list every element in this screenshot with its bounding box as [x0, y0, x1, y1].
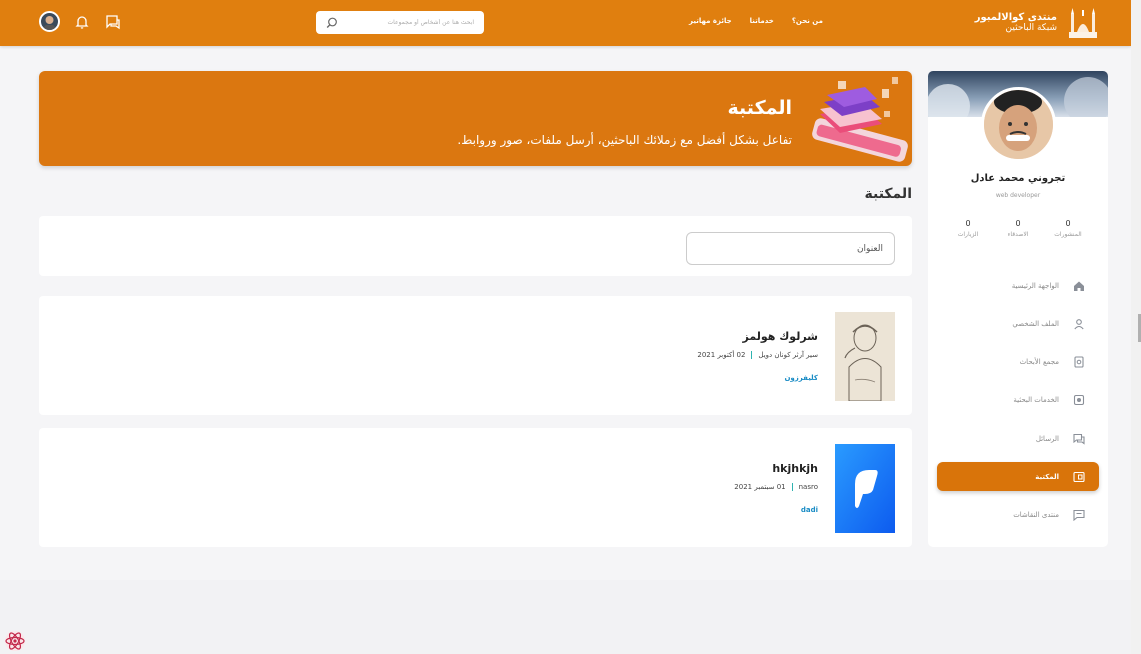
- app-logo-icon: [835, 444, 895, 533]
- book-card[interactable]: شرلوك هولمز سير آرثر كونان دويل 02 أكتوب…: [39, 296, 912, 415]
- profile-avatar[interactable]: [981, 87, 1056, 162]
- forum-icon: [1073, 510, 1085, 522]
- profile-stats: 0 المنشورات 0 الاصدقاء 0 الزيارات: [948, 219, 1088, 238]
- stat-label: الزيارات: [957, 231, 979, 238]
- sidebar-item-label: منتدى النقاشات: [1013, 511, 1059, 520]
- mosque-logo-icon: [1069, 8, 1097, 38]
- book-author: nasro: [798, 483, 818, 491]
- book-tag[interactable]: dadi: [801, 506, 818, 514]
- react-devtools-icon[interactable]: [3, 629, 27, 653]
- book-meta: nasro 01 سبتمبر 2021: [734, 483, 818, 491]
- banner-subtitle: تفاعل بشكل أفضل مع زملائك الباحثين، أرسل…: [457, 133, 792, 147]
- messages-icon: [1073, 433, 1085, 445]
- meta-separator: [791, 483, 793, 491]
- banner-title: المكتبة: [727, 97, 792, 119]
- sidebar-item-forum[interactable]: منتدى النقاشات: [937, 501, 1099, 530]
- nav-about[interactable]: من نحن؟: [792, 17, 823, 25]
- messages-icon[interactable]: [105, 14, 121, 30]
- title-filter-input[interactable]: [686, 232, 895, 265]
- library-banner: المكتبة تفاعل بشكل أفضل مع زملائك الباحث…: [39, 71, 912, 166]
- profile-role: web developer: [995, 192, 1041, 199]
- brand-title: منتدى كوالالمبور: [974, 12, 1057, 23]
- search-box: [316, 11, 484, 34]
- sidebar-item-label: الملف الشخصي: [1012, 319, 1059, 328]
- stat-value: 0: [1015, 219, 1021, 228]
- book-date: 01 سبتمبر 2021: [734, 483, 786, 491]
- search-icon[interactable]: [326, 17, 338, 29]
- research-icon: [1074, 356, 1084, 368]
- user-icon: [1074, 318, 1084, 330]
- stat-visits: 0 الزيارات: [948, 219, 988, 238]
- user-avatar[interactable]: [39, 11, 60, 32]
- filter-card: [39, 216, 912, 276]
- brand[interactable]: منتدى كوالالمبور شبكة الباحثين: [975, 6, 1099, 40]
- sidebar-item-label: المكتبة: [1035, 472, 1059, 481]
- bell-icon[interactable]: [74, 14, 90, 30]
- avatar-face-icon: [44, 16, 55, 30]
- sherlock-sketch-icon: [835, 312, 895, 401]
- services-icon: [1073, 395, 1085, 406]
- library-icon: [1073, 471, 1085, 483]
- book-meta: سير آرثر كونان دويل 02 أكتوبر 2021: [697, 351, 818, 359]
- profile-face-icon: [984, 90, 1053, 159]
- stat-label: الاصدقاء: [1007, 231, 1029, 238]
- book-card[interactable]: hkjhkjh nasro 01 سبتمبر 2021 dadi: [39, 428, 912, 547]
- book-tag[interactable]: كليفرزون: [784, 374, 818, 382]
- stat-friends: 0 الاصدقاء: [998, 219, 1038, 238]
- sidebar-item-research[interactable]: مجمع الأبحاث: [937, 348, 1099, 377]
- sidebar-item-library[interactable]: المكتبة: [937, 462, 1099, 492]
- sidebar-item-label: مجمع الأبحاث: [1019, 358, 1059, 367]
- books-phone-illustration-icon: [812, 77, 908, 162]
- meta-separator: [751, 351, 753, 359]
- sidebar-item-label: الواجهة الرئيسية: [1011, 281, 1059, 290]
- stat-posts: 0 المنشورات: [1048, 219, 1088, 238]
- profile-sidebar: تجروني محمد عادل web developer 0 المنشور…: [928, 71, 1108, 547]
- sidebar-item-profile[interactable]: الملف الشخصي: [937, 309, 1099, 338]
- sidebar-menu: الواجهة الرئيسية الملف الشخصي مجمع الأبح…: [937, 271, 1099, 539]
- page-scrollbar[interactable]: [1131, 0, 1141, 654]
- book-author: سير آرثر كونان دويل: [758, 351, 818, 359]
- profile-name[interactable]: تجروني محمد عادل: [928, 173, 1108, 184]
- brand-subtitle: شبكة الباحثين: [1005, 23, 1057, 33]
- stat-label: المنشورات: [1054, 231, 1082, 238]
- home-icon: [1074, 281, 1084, 291]
- sidebar-item-messages[interactable]: الرسائل: [937, 424, 1099, 453]
- nav-mahathir-award[interactable]: جائزة مهاتير: [689, 17, 732, 25]
- page-footer-area: [0, 580, 1131, 654]
- book-cover[interactable]: [835, 312, 895, 401]
- stat-value: 0: [1065, 219, 1071, 228]
- section-title: المكتبة: [864, 186, 912, 202]
- book-cover[interactable]: [835, 444, 895, 533]
- sidebar-item-home[interactable]: الواجهة الرئيسية: [937, 271, 1099, 300]
- brand-text: منتدى كوالالمبور شبكة الباحثين: [975, 12, 1057, 34]
- book-title[interactable]: hkjhkjh: [772, 462, 818, 475]
- book-date: 02 أكتوبر 2021: [697, 351, 746, 359]
- top-navbar: منتدى كوالالمبور شبكة الباحثين من نحن؟ خ…: [0, 0, 1131, 46]
- book-title[interactable]: شرلوك هولمز: [743, 330, 818, 343]
- stat-value: 0: [965, 219, 971, 228]
- nav-services[interactable]: خدماتنا: [750, 17, 774, 25]
- search-input[interactable]: [354, 19, 474, 26]
- sidebar-item-label: الرسائل: [1035, 434, 1059, 443]
- main-nav: من نحن؟ خدماتنا جائزة مهاتير: [689, 17, 823, 25]
- sidebar-item-label: الخدمات البحثية: [1013, 396, 1059, 405]
- sidebar-item-services[interactable]: الخدمات البحثية: [937, 386, 1099, 415]
